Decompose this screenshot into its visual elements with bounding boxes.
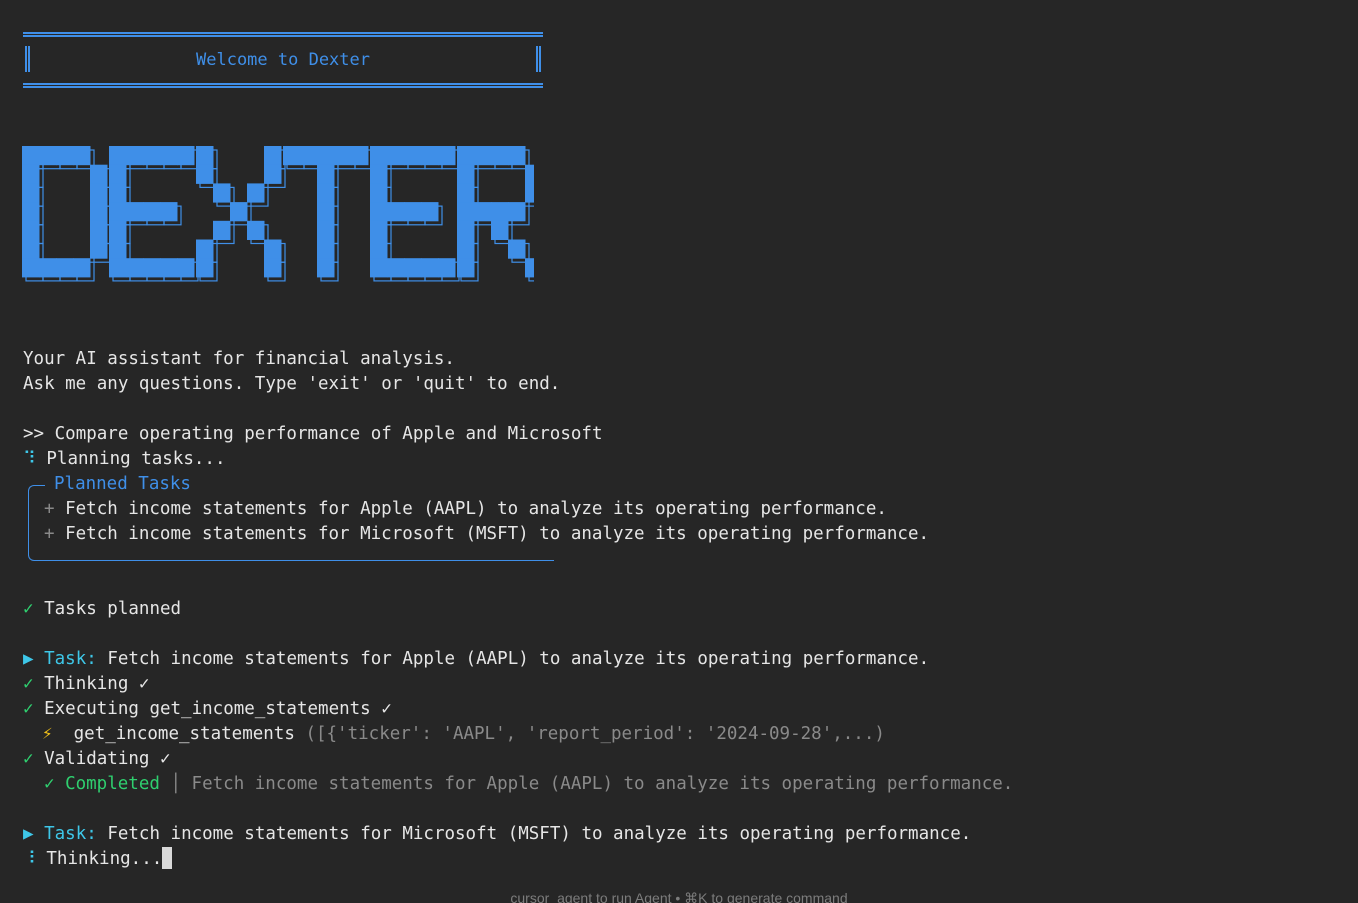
planned-task-item: + Fetch income statements for Microsoft … (44, 522, 929, 547)
check-icon: ✓ (23, 699, 34, 719)
prompt-marker: >> (23, 424, 45, 444)
welcome-text: Welcome to Dexter (196, 50, 370, 70)
task-label: Task: (44, 649, 97, 669)
task2-header: ▶ Task: Fetch income statements for Micr… (23, 822, 971, 847)
spinner-icon: ⠹ (23, 449, 36, 469)
completed-label: ✓ Completed (44, 774, 160, 794)
dexter-logo-art (22, 146, 534, 282)
tool-call-line: ⚡ get_income_statements ([{'ticker': 'AA… (42, 722, 885, 747)
play-arrow-icon: ▶ (23, 824, 34, 844)
planned-task-text: Fetch income statements for Apple (AAPL)… (65, 499, 887, 519)
executing-text: Executing get_income_statements ✓ (44, 699, 392, 719)
tool-args: ([{'ticker': 'AAPL', 'report_period': '2… (305, 724, 885, 744)
footer-hint: cursor_agent to run Agent • ⌘K to genera… (510, 890, 848, 903)
intro-line-2: Ask me any questions. Type 'exit' or 'qu… (23, 374, 561, 394)
completed-text: Fetch income statements for Apple (AAPL)… (191, 774, 1014, 794)
task1-thinking: ✓ Thinking ✓ (23, 672, 149, 697)
plus-icon: + (44, 524, 55, 544)
separator: │ (170, 774, 181, 794)
tasks-planned-text: Tasks planned (44, 599, 182, 619)
check-icon: ✓ (23, 599, 34, 619)
tool-name: get_income_statements (73, 724, 295, 744)
tasks-planned-line: ✓ Tasks planned (23, 597, 181, 622)
planning-line: ⠹ Planning tasks... (23, 447, 226, 472)
banner-bottom-border (23, 83, 543, 88)
task-label: Task: (44, 824, 97, 844)
task-text: Fetch income statements for Microsoft (M… (107, 824, 972, 844)
thinking-text: Thinking... (46, 849, 163, 869)
check-icon: ✓ (23, 674, 34, 694)
dexter-logo (22, 140, 534, 290)
welcome-banner: Welcome to Dexter (23, 32, 543, 88)
user-query: Compare operating performance of Apple a… (54, 424, 603, 444)
play-arrow-icon: ▶ (23, 649, 34, 669)
thinking-text: Thinking ✓ (44, 674, 150, 694)
planned-task-item: + Fetch income statements for Apple (AAP… (44, 497, 887, 522)
plus-icon: + (44, 499, 55, 519)
task1-validating: ✓ Validating ✓ (23, 747, 171, 772)
task-text: Fetch income statements for Apple (AAPL)… (107, 649, 930, 669)
spinner-icon: ⠸ (23, 849, 36, 869)
banner-top-border (23, 32, 543, 37)
task1-header: ▶ Task: Fetch income statements for Appl… (23, 647, 929, 672)
validating-text: Validating ✓ (44, 749, 171, 769)
task1-executing: ✓ Executing get_income_statements ✓ (23, 697, 392, 722)
task1-completed: ✓ Completed │ Fetch income statements fo… (44, 772, 1013, 797)
task2-thinking: ⠸ Thinking... (23, 847, 173, 872)
planning-text: Planning tasks... (46, 449, 226, 469)
intro-line-1: Your AI assistant for financial analysis… (23, 349, 455, 369)
lightning-icon: ⚡ (42, 724, 53, 744)
text-cursor (162, 847, 173, 869)
terminal-window[interactable]: Welcome to Dexter Your AI assistant for … (0, 0, 1358, 903)
planned-task-text: Fetch income statements for Microsoft (M… (65, 524, 930, 544)
prompt-line: >> Compare operating performance of Appl… (23, 422, 603, 447)
check-icon: ✓ (23, 749, 34, 769)
planned-tasks-title: Planned Tasks (54, 474, 191, 494)
